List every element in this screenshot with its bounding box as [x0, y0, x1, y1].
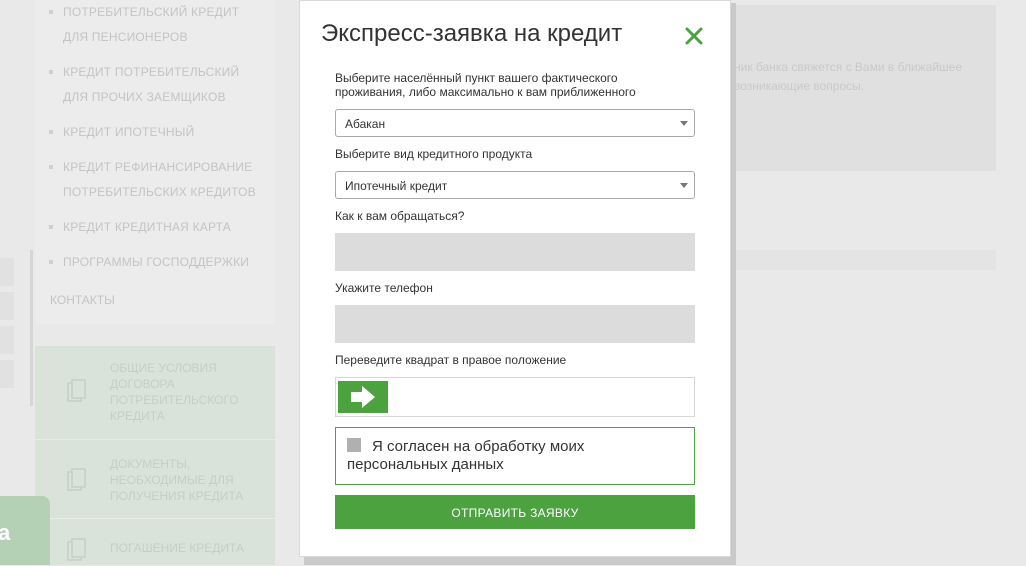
city-select-value: Абакан — [345, 117, 386, 131]
menu-item-label: Кредит ипотечный — [63, 125, 195, 139]
side-tab[interactable] — [0, 360, 14, 388]
doc-link-label: Документы, необходимые для получения кре… — [110, 457, 244, 503]
menu-item-pensioners[interactable]: Потребительский кредит для пенсионеров — [49, 0, 263, 50]
info-text: ник банка свяжется с Вами в ближайшее во… — [734, 60, 962, 93]
submit-button[interactable]: Отправить заявку — [335, 495, 695, 529]
consent-text: Я согласен на обработку моих персональны… — [347, 438, 585, 473]
menu-item-label: Потребительский кредит для пенсионеров — [63, 5, 240, 44]
documents-icon — [67, 379, 86, 402]
menu-bullet — [49, 130, 53, 134]
chevron-down-icon — [680, 121, 688, 126]
consent-box: Я согласен на обработку моих персональны… — [335, 427, 695, 485]
close-icon[interactable] — [683, 25, 705, 47]
side-tabs — [0, 250, 33, 406]
phone-input[interactable] — [335, 305, 695, 343]
doc-link-required-documents[interactable]: Документы, необходимые для получения кре… — [35, 440, 275, 519]
menu-bullet — [49, 70, 53, 74]
slider-label: Переведите квадрат в правое положение — [335, 353, 567, 367]
menu-bullet — [49, 10, 53, 14]
menu-bullet — [49, 260, 53, 264]
arrow-right-icon — [351, 386, 375, 408]
express-application-modal: Экспресс-заявка на кредит Выберите насел… — [299, 0, 731, 557]
modal-title: Экспресс-заявка на кредит — [321, 20, 623, 47]
menu-bullet — [49, 225, 53, 229]
captcha-slider-handle[interactable] — [338, 381, 388, 413]
menu-item-label: Кредит потребительский для прочих заемщи… — [63, 65, 240, 104]
phone-label: Укажите телефон — [335, 281, 433, 295]
left-menu: Потребительский кредит для пенсионеров К… — [35, 0, 275, 324]
side-tab[interactable] — [0, 326, 14, 354]
menu-item-refinancing[interactable]: Кредит рефинансирование потребительских … — [49, 155, 263, 205]
captcha-slider-track[interactable] — [335, 377, 695, 417]
product-select-value: Ипотечный кредит — [345, 179, 448, 193]
menu-item-label: Кредит рефинансирование потребительских … — [63, 160, 256, 199]
menu-item-label: Кредит кредитная карта — [63, 220, 231, 234]
menu-item-contacts[interactable]: Контакты — [50, 290, 115, 310]
documents-icon — [67, 538, 86, 561]
city-select[interactable]: Абакан — [335, 109, 695, 137]
floating-button-label: а — [0, 520, 11, 545]
info-divider — [730, 250, 996, 270]
menu-item-state-support[interactable]: Программы господдержки — [49, 250, 263, 275]
product-label: Выберите вид кредитного продукта — [335, 147, 533, 161]
doc-link-general-terms[interactable]: Общие условия договора потребительского … — [35, 346, 275, 440]
doc-link-label: Общие условия договора потребительского … — [110, 361, 239, 423]
name-input[interactable] — [335, 233, 695, 271]
menu-item-credit-card[interactable]: Кредит кредитная карта — [49, 215, 263, 240]
doc-link-repayment[interactable]: Погашение кредита — [35, 519, 275, 566]
documents-icon — [67, 468, 86, 491]
menu-item-other-borrowers[interactable]: Кредит потребительский для прочих заемщи… — [49, 60, 263, 110]
chevron-down-icon — [680, 183, 688, 188]
name-label: Как к вам обращаться? — [335, 209, 465, 223]
floating-button[interactable]: а — [0, 496, 50, 565]
menu-item-mortgage[interactable]: Кредит ипотечный — [49, 120, 263, 145]
doc-link-label: Погашение кредита — [110, 541, 244, 555]
menu-bullet — [49, 165, 53, 169]
menu-item-label: Программы господдержки — [63, 255, 250, 269]
product-select[interactable]: Ипотечный кредит — [335, 171, 695, 199]
side-tab[interactable] — [0, 292, 14, 320]
city-label: Выберите населённый пункт вашего фактиче… — [335, 71, 636, 99]
side-tab[interactable] — [0, 258, 14, 286]
